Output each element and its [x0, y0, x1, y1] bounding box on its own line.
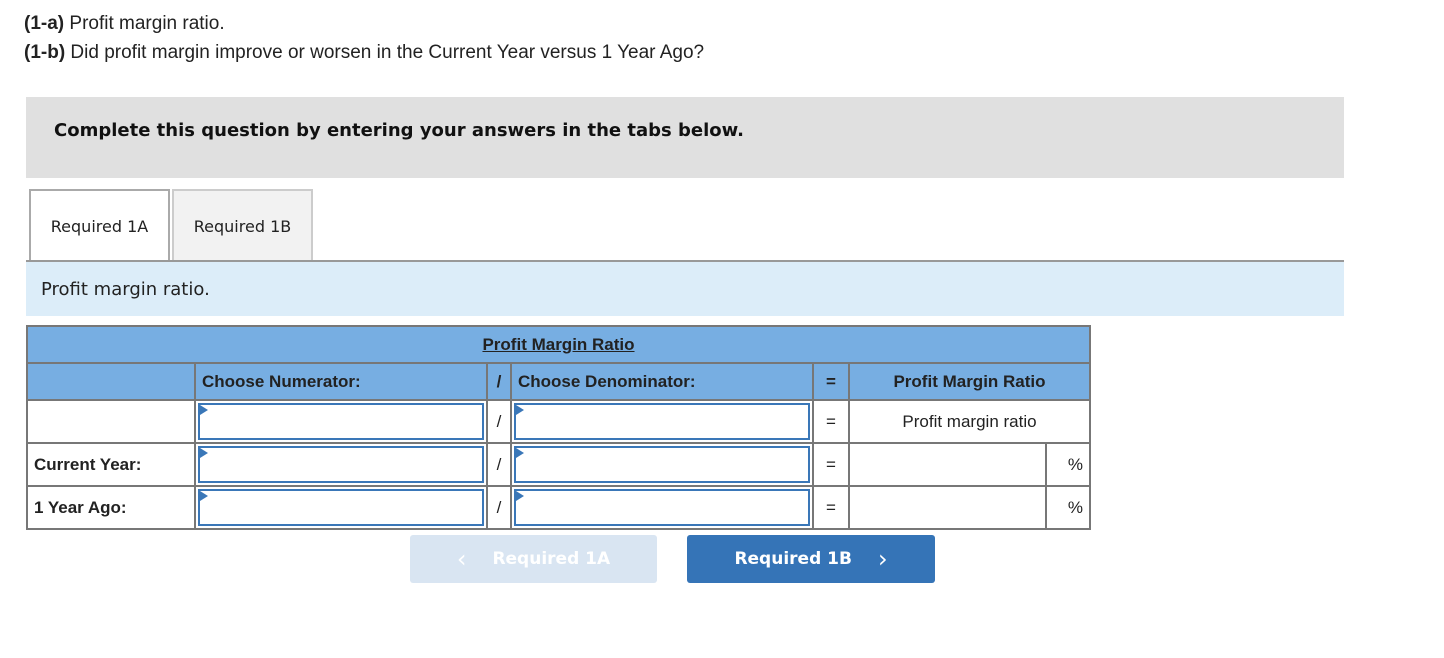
result-input[interactable] — [848, 442, 1047, 487]
panel-header: Profit margin ratio. — [26, 262, 1344, 316]
header-result: Profit Margin Ratio — [848, 362, 1091, 401]
table-title: Profit Margin Ratio — [26, 325, 1091, 364]
question-text: Profit margin ratio. — [64, 13, 225, 34]
question-1b: (1-b) Did profit margin improve or worse… — [24, 42, 704, 64]
next-button[interactable]: Required 1B › — [687, 535, 935, 583]
numerator-select[interactable] — [194, 485, 488, 530]
instruction-text: Complete this question by entering your … — [54, 120, 744, 141]
denominator-select[interactable] — [510, 485, 814, 530]
row-label — [26, 399, 196, 444]
row-label: 1 Year Ago: — [26, 485, 196, 530]
denominator-select[interactable] — [510, 442, 814, 487]
percent-unit: % — [1045, 485, 1091, 530]
next-label: Required 1B — [734, 549, 852, 569]
header-numerator: Choose Numerator: — [194, 362, 488, 401]
tab-required-1a[interactable]: Required 1A — [29, 189, 170, 261]
result-input[interactable] — [848, 485, 1047, 530]
div-symbol: / — [486, 399, 512, 444]
div-symbol: / — [486, 485, 512, 530]
eq-symbol: = — [812, 442, 850, 487]
chevron-left-icon: ‹ — [456, 545, 467, 573]
question-1a: (1-a) Profit margin ratio. — [24, 13, 225, 35]
numerator-select[interactable] — [194, 399, 488, 444]
percent-unit: % — [1045, 442, 1091, 487]
result-label: Profit margin ratio — [848, 399, 1091, 444]
header-div: / — [486, 362, 512, 401]
eq-symbol: = — [812, 399, 850, 444]
question-text: Did profit margin improve or worsen in t… — [65, 42, 705, 63]
tab-required-1b[interactable]: Required 1B — [172, 189, 313, 261]
div-symbol: / — [486, 442, 512, 487]
chevron-right-icon: › — [877, 545, 888, 573]
question-label: (1-a) — [24, 13, 65, 34]
header-denominator: Choose Denominator: — [510, 362, 814, 401]
table-row: Current Year: / = % — [26, 442, 1091, 487]
header-blank — [26, 362, 196, 401]
eq-symbol: = — [812, 485, 850, 530]
profit-margin-table: Profit Margin Ratio Choose Numerator: / … — [26, 325, 1091, 530]
question-label: (1-b) — [24, 42, 66, 63]
prev-button[interactable]: ‹ Required 1A — [410, 535, 657, 583]
prev-label: Required 1A — [492, 549, 611, 569]
denominator-select[interactable] — [510, 399, 814, 444]
numerator-select[interactable] — [194, 442, 488, 487]
table-row: 1 Year Ago: / = % — [26, 485, 1091, 530]
table-row: / = Profit margin ratio — [26, 399, 1091, 444]
panel-title: Profit margin ratio. — [41, 279, 210, 300]
instruction-banner: Complete this question by entering your … — [26, 97, 1344, 178]
header-eq: = — [812, 362, 850, 401]
row-label: Current Year: — [26, 442, 196, 487]
